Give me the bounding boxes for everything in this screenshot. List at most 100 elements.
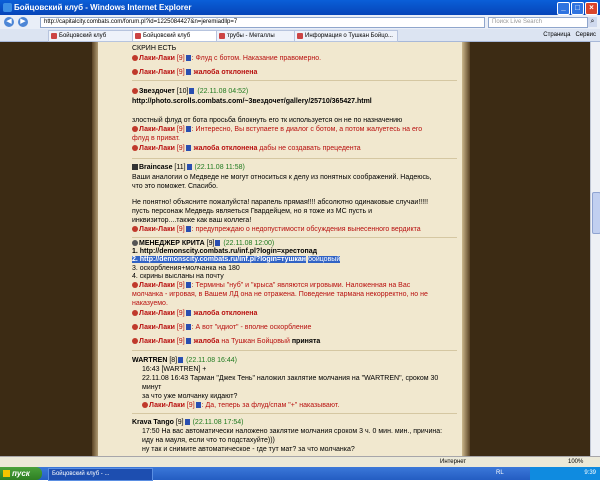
- highlighted-text: бойцовый: [307, 256, 341, 263]
- post-header: WARTREN [8] (22.11.08 16:44): [132, 356, 237, 365]
- post-header: Krava Tango [9] (22.11.08 17:54): [132, 418, 243, 427]
- post-header: Звездочет [10] (22.11.08 04:52): [132, 87, 248, 96]
- clock: 9:39: [584, 470, 596, 476]
- mod-level: [9]: [176, 226, 185, 233]
- page-menu[interactable]: Страница: [543, 32, 570, 38]
- language-indicator[interactable]: RL: [496, 467, 504, 480]
- moderator-icon: [132, 226, 138, 233]
- window-controls: _ □ ×: [557, 2, 598, 15]
- mod-reply: Лаки-Лаки [9] жалоба отклонена жалоба на…: [132, 337, 320, 346]
- info-icon[interactable]: [185, 69, 191, 76]
- search-icon[interactable]: ⌕: [588, 17, 597, 27]
- info-icon[interactable]: [185, 126, 191, 133]
- mod-level: [9]: [176, 324, 185, 331]
- info-icon[interactable]: [195, 402, 201, 409]
- moderator-icon: [132, 310, 138, 317]
- tab-1[interactable]: Бойцовский клуб: [48, 30, 140, 42]
- clan-icon: [132, 88, 138, 95]
- mod-reply-text: : Интересно, Вы вступаете в диалог с бот…: [191, 126, 423, 133]
- maximize-button[interactable]: □: [571, 2, 584, 15]
- info-icon[interactable]: [185, 226, 191, 233]
- info-icon[interactable]: [184, 419, 190, 426]
- post-link[interactable]: 2. http://demonscity.combats.ru/inf.pl?l…: [132, 256, 306, 263]
- post-text: злостный флуд от бота просьба блокнуть е…: [132, 117, 403, 124]
- post-text: что это поможет. Спасибо.: [132, 183, 218, 190]
- mod-reply: Лаки-Лаки [9]: Флуд с ботом. Наказание п…: [132, 54, 321, 63]
- mod-name[interactable]: Лаки-Лаки: [149, 402, 185, 409]
- author-level: [9]: [175, 419, 184, 426]
- post-link[interactable]: http://photo.scrolls.combats.com/~3вездо…: [132, 97, 372, 106]
- mod-name[interactable]: Лаки-Лаки: [139, 145, 175, 152]
- mod-name[interactable]: Лаки-Лаки: [139, 55, 175, 62]
- close-button[interactable]: ×: [585, 2, 598, 15]
- vertical-scrollbar[interactable]: [590, 42, 600, 456]
- info-icon[interactable]: [185, 324, 191, 331]
- author-level: [10]: [176, 88, 189, 95]
- verdict: жалоба отклонена: [193, 145, 258, 152]
- info-icon[interactable]: [185, 338, 191, 345]
- mod-reply: Лаки-Лаки [9] жалоба отклонена дабы не с…: [132, 144, 361, 153]
- mod-name[interactable]: Лаки-Лаки: [139, 324, 175, 331]
- author-name[interactable]: Braincase: [139, 164, 172, 171]
- info-icon[interactable]: [215, 240, 221, 247]
- mod-name[interactable]: Лаки-Лаки: [139, 282, 175, 289]
- author-name[interactable]: Звездочет: [139, 88, 175, 95]
- post-text: иду на мауля, если что то подстахуйте))): [142, 437, 275, 444]
- tab-4[interactable]: Информация о Тушкан Бойцо...: [294, 30, 398, 42]
- info-icon[interactable]: [186, 164, 192, 171]
- author-name[interactable]: МЕНЕДЖЕР КРИТА: [139, 240, 205, 247]
- minimize-button[interactable]: _: [557, 2, 570, 15]
- window-titlebar: Бойцовский клуб - Windows Internet Explo…: [0, 0, 600, 15]
- mod-level: [9]: [176, 126, 185, 133]
- tab-bar: Бойцовский клуб Бойцовский клуб трубы - …: [0, 29, 600, 42]
- mod-reply-text: флуд в приват.: [132, 135, 180, 142]
- moderator-icon: [132, 69, 138, 76]
- info-icon[interactable]: [185, 55, 191, 62]
- verdict-note: дабы не создавать прецедента: [259, 145, 361, 152]
- taskbar-item[interactable]: Бойцовский клуб - ...: [48, 468, 153, 481]
- author-name[interactable]: Krava Tango: [132, 419, 174, 426]
- forward-icon[interactable]: ▶: [18, 17, 28, 27]
- mod-name[interactable]: Лаки-Лаки: [139, 226, 175, 233]
- scrollbar-thumb[interactable]: [592, 192, 600, 234]
- post-date: (22.11.08 16:44): [186, 357, 237, 364]
- mod-name[interactable]: Лаки-Лаки: [139, 69, 175, 76]
- info-icon[interactable]: [185, 145, 191, 152]
- post-text: инквизитор....также как ваш коллега!: [132, 217, 252, 224]
- mod-reply-text: : Флуд с ботом. Наказание правомерно.: [191, 55, 322, 62]
- tab-2[interactable]: Бойцовский клуб: [132, 30, 224, 42]
- post-text: Не понятно! объясните пожалуйста! парапе…: [132, 199, 429, 206]
- info-icon[interactable]: [185, 310, 191, 317]
- mod-level: [9]: [176, 145, 185, 152]
- info-icon[interactable]: [185, 282, 191, 289]
- author-name[interactable]: WARTREN: [132, 357, 167, 364]
- address-bar: ◀ ▶ http://capitalcity.combats.com/forum…: [0, 15, 600, 30]
- mod-name[interactable]: Лаки-Лаки: [139, 310, 175, 317]
- info-icon[interactable]: [178, 357, 184, 364]
- post-date: (22.11.08 11:58): [194, 164, 245, 171]
- address-input[interactable]: http://capitalcity.combats.com/forum.pl?…: [40, 17, 485, 28]
- system-tray: 9:39: [530, 467, 600, 480]
- mod-reply-text: наказуемо.: [132, 300, 168, 307]
- mod-name[interactable]: Лаки-Лаки: [139, 126, 175, 133]
- back-icon[interactable]: ◀: [4, 17, 14, 27]
- start-button[interactable]: пуск: [0, 467, 42, 480]
- mod-reply-text: : предупреждаю о недопустимости обсужден…: [191, 226, 421, 233]
- mod-reply-text: : Да, теперь за флуд/спам "+" наказывают…: [201, 402, 340, 409]
- search-input[interactable]: Поиск Live Search: [488, 17, 588, 28]
- service-menu[interactable]: Сервис: [575, 32, 596, 38]
- mod-reply-text: : А вот "идиот" - вполне оскорбление: [191, 324, 312, 331]
- clan-icon: [132, 240, 138, 247]
- cross-icon: [132, 164, 138, 171]
- mod-reply: Лаки-Лаки [9] : А вот "идиот" - вполне ос…: [132, 323, 311, 332]
- info-icon[interactable]: [189, 88, 195, 95]
- mod-name[interactable]: Лаки-Лаки: [139, 338, 175, 345]
- mod-reply: Лаки-Лаки [9] жалоба отклонена: [132, 309, 257, 318]
- page-viewport: СКРИН ЕСТЬ Лаки-Лаки [9]: Флуд с ботом. …: [0, 42, 590, 456]
- tab-3[interactable]: трубы - Металлы: [216, 30, 302, 42]
- author-level: [11]: [174, 164, 186, 171]
- moderator-icon: [132, 338, 138, 345]
- post-text: 22.11.08 16:43 Тарман "Джек Тень" наложи…: [142, 375, 439, 382]
- divider: [132, 350, 457, 351]
- mod-level: [9]: [176, 310, 185, 317]
